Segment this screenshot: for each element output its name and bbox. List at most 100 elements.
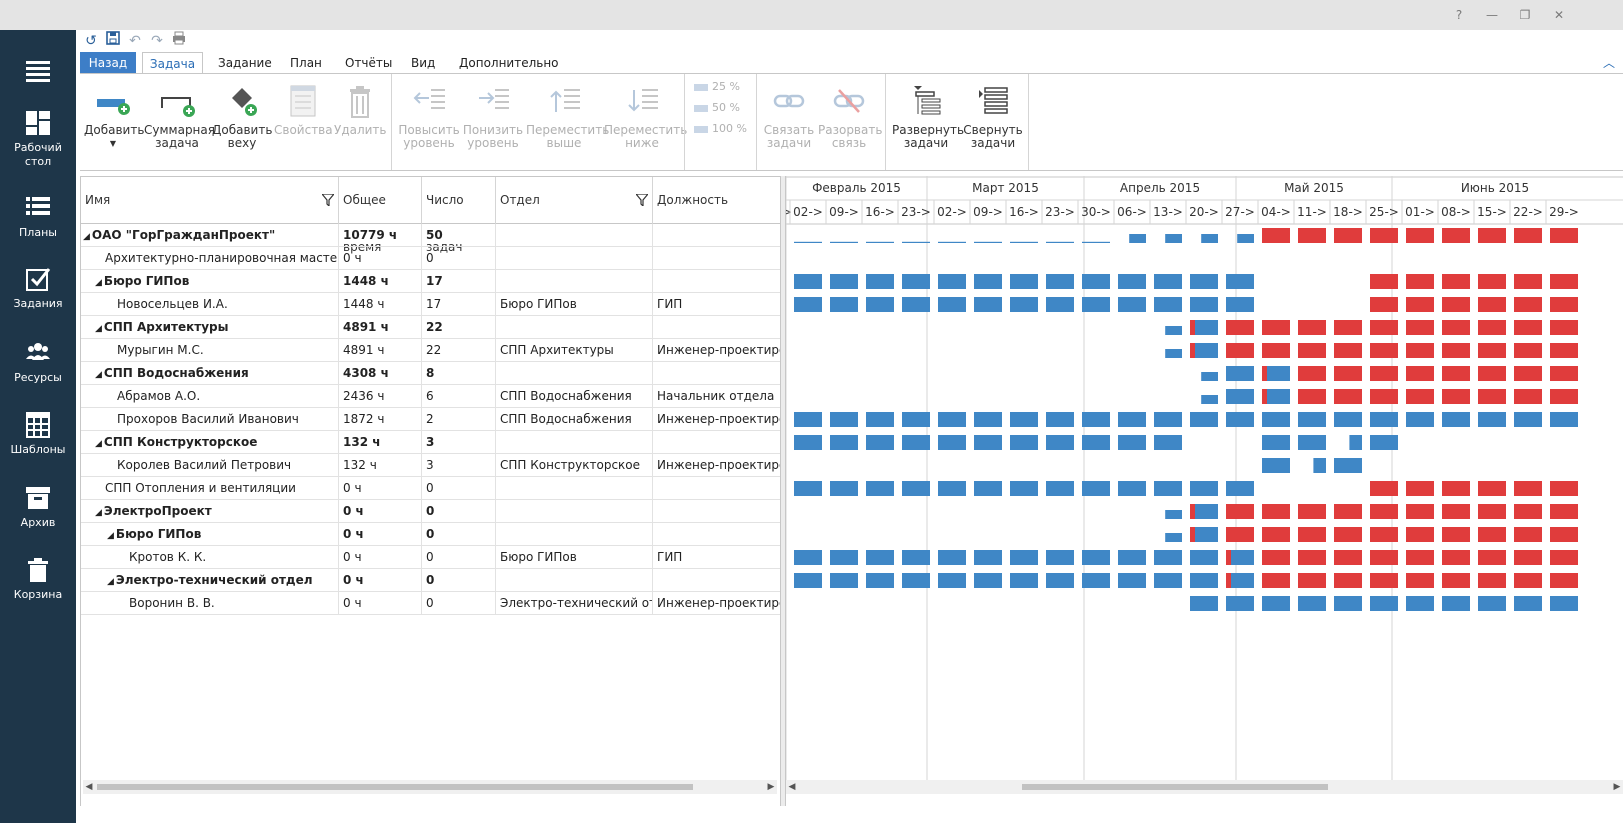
unlink-tasks-button[interactable]: Разорвать связь: [818, 84, 882, 150]
filter-icon[interactable]: [322, 194, 334, 206]
column-header-name[interactable]: Имя: [81, 177, 339, 224]
table-row[interactable]: ◢ Бюро ГИПов 1448 ч 17: [81, 270, 781, 293]
gantt-bar: [1226, 297, 1254, 312]
expand-toggle-icon[interactable]: ◢: [95, 433, 102, 453]
close-button[interactable]: ✕: [1548, 6, 1570, 24]
table-row[interactable]: ◢ ЭлектроПроект 0 ч 0: [81, 500, 781, 523]
table-row[interactable]: ◢ СПП Водоснабжения 4308 ч 8: [81, 362, 781, 385]
column-header-department[interactable]: Отдел: [496, 177, 653, 224]
scroll-right-icon[interactable]: ▶: [1611, 780, 1623, 794]
tab-additional[interactable]: Дополнительно: [449, 52, 569, 74]
gantt-horizontal-scrollbar[interactable]: ◀ ▶: [786, 780, 1623, 794]
outdent-button[interactable]: Понизить уровень: [462, 84, 524, 150]
scrollbar-thumb[interactable]: [1022, 784, 1328, 790]
redo-icon[interactable]: ↷: [146, 31, 168, 51]
cell-name: ◢ ОАО "ГорГражданПроект": [81, 224, 339, 246]
table-row[interactable]: ◢ СПП Конструкторское 132 ч 3: [81, 431, 781, 454]
column-header-position[interactable]: Должность: [653, 177, 781, 224]
table-row[interactable]: ◢ ОАО "ГорГражданПроект" 10779 ч 50: [81, 224, 781, 247]
table-row[interactable]: Мурыгин М.С. 4891 ч 22 СПП Архитектуры Инжен…: [81, 339, 781, 362]
gantt-bar: [1046, 573, 1074, 588]
table-row[interactable]: Новосельцев И.А. 1448 ч 17 Бюро ГИПов ГИП: [81, 293, 781, 316]
filter-icon[interactable]: [636, 194, 648, 206]
gantt-bar: [1514, 481, 1542, 496]
sidebar-item-tasks[interactable]: Задания: [0, 266, 76, 311]
cell-department: СПП Конструкторское: [496, 454, 653, 476]
table-row[interactable]: ◢ Бюро ГИПов 0 ч 0: [81, 523, 781, 546]
tab-view[interactable]: Вид: [401, 52, 445, 74]
sidebar-menu-toggle[interactable]: [0, 58, 76, 89]
restore-button[interactable]: ❐: [1514, 6, 1536, 24]
grid-horizontal-scrollbar[interactable]: ◀ ▶: [83, 780, 777, 794]
tab-assignment[interactable]: Задание: [208, 52, 282, 74]
scroll-left-icon[interactable]: ◀: [786, 780, 798, 794]
column-header-total-time[interactable]: Общее время: [339, 177, 422, 254]
column-header-task-count[interactable]: Число задач: [422, 177, 496, 254]
link-tasks-button[interactable]: Связать задачи: [762, 84, 816, 150]
scroll-left-icon[interactable]: ◀: [83, 780, 95, 794]
table-row[interactable]: ◢ Электро-технический отдел 0 ч 0: [81, 569, 781, 592]
collapse-tasks-button[interactable]: Свернуть задачи: [962, 84, 1024, 150]
expand-toggle-icon[interactable]: ◢: [95, 318, 102, 338]
expand-toggle-icon[interactable]: ◢: [107, 525, 114, 545]
properties-button[interactable]: Свойства: [274, 84, 333, 137]
cell-text: 8: [426, 366, 435, 380]
scrollbar-thumb[interactable]: [97, 784, 693, 790]
table-row[interactable]: Кротов К. К. 0 ч 0 Бюро ГИПов ГИП: [81, 546, 781, 569]
table-row[interactable]: Воронин В. В. 0 ч 0 Электро-технический отд…: [81, 592, 781, 615]
tab-task[interactable]: Задача: [142, 52, 203, 74]
move-up-button[interactable]: Переместить выше: [526, 84, 609, 150]
gantt-bar: [1226, 343, 1254, 358]
add-button[interactable]: Добавить ▼: [84, 84, 144, 150]
progress-100-button[interactable]: 100 %: [694, 122, 747, 135]
progress-50-button[interactable]: 50 %: [694, 101, 740, 114]
cell-text: 17: [426, 274, 443, 288]
table-row[interactable]: ◢ СПП Архитектуры 4891 ч 22: [81, 316, 781, 339]
ribbon-separator: [756, 74, 757, 170]
back-button[interactable]: Назад: [80, 52, 136, 74]
expand-toggle-icon[interactable]: ◢: [107, 571, 114, 591]
print-icon[interactable]: [168, 31, 190, 51]
tab-plan[interactable]: План: [280, 52, 332, 74]
sidebar-item-trash[interactable]: Корзина: [0, 557, 76, 602]
table-row[interactable]: СПП Отопления и вентиляции 0 ч 0: [81, 477, 781, 500]
gantt-bar: [1550, 228, 1578, 243]
table-row[interactable]: Абрамов А.О. 2436 ч 6 СПП Водоснабжения Нача…: [81, 385, 781, 408]
sidebar-item-resources[interactable]: Ресурсы: [0, 340, 76, 385]
undo-icon[interactable]: ↶: [124, 31, 146, 51]
sidebar-item-plans[interactable]: Планы: [0, 195, 76, 240]
table-row[interactable]: Королев Василий Петрович 132 ч 3 СПП Констр…: [81, 454, 781, 477]
add-milestone-button[interactable]: Добавить веху: [212, 84, 272, 150]
gantt-bar: [1334, 320, 1362, 335]
gantt-bar: [1478, 504, 1506, 519]
collapse-ribbon-icon[interactable]: ︿: [1603, 54, 1615, 71]
minimize-button[interactable]: —: [1481, 6, 1503, 24]
cell-text: 0 ч: [343, 504, 364, 518]
help-button[interactable]: ?: [1448, 6, 1470, 24]
expand-tasks-button[interactable]: Развернуть задачи: [892, 84, 964, 150]
progress-25-button[interactable]: 25 %: [694, 80, 740, 93]
expand-toggle-icon[interactable]: ◢: [95, 364, 102, 384]
summary-task-button[interactable]: Суммарная задача: [144, 84, 215, 150]
refresh-icon[interactable]: ↺: [80, 31, 102, 51]
indent-button[interactable]: Повысить уровень: [398, 84, 460, 150]
cell-text: Абрамов А.О.: [117, 389, 201, 403]
gantt-bar: [1370, 527, 1398, 542]
move-down-button[interactable]: Переместить ниже: [604, 84, 687, 150]
expand-toggle-icon[interactable]: ◢: [95, 502, 102, 522]
save-icon[interactable]: [102, 31, 124, 51]
sidebar-item-archive[interactable]: Архив: [0, 485, 76, 530]
tab-reports[interactable]: Отчёты: [335, 52, 402, 74]
scroll-right-icon[interactable]: ▶: [765, 780, 777, 794]
expand-toggle-icon[interactable]: ◢: [95, 272, 102, 292]
checkbox-icon: [25, 266, 51, 292]
link-label-2: задачи: [766, 136, 812, 150]
table-row[interactable]: Архитектурно-планировочная мастерская 0 ч…: [81, 247, 781, 270]
sidebar-item-templates[interactable]: Шаблоны: [0, 412, 76, 457]
delete-button[interactable]: Удалить: [334, 84, 387, 137]
cell-text: СПП Архитектуры: [500, 343, 614, 357]
gantt-bar: [1514, 228, 1542, 243]
sidebar-item-dashboard[interactable]: Рабочий стол: [0, 110, 76, 169]
expand-toggle-icon[interactable]: ◢: [83, 226, 90, 246]
table-row[interactable]: Прохоров Василий Иванович 1872 ч 2 СПП Водо…: [81, 408, 781, 431]
